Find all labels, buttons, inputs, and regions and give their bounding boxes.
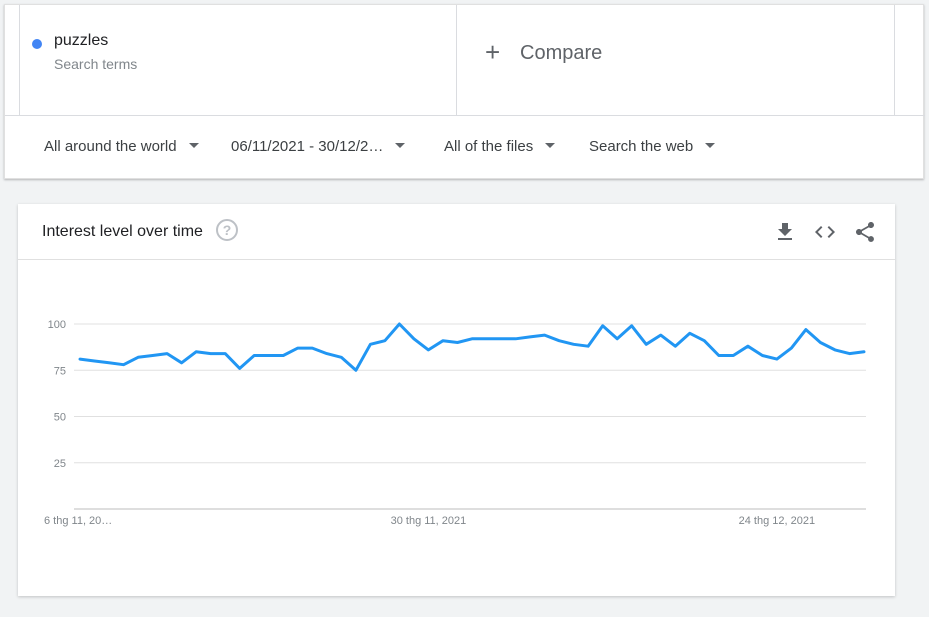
help-icon[interactable]: ? [216,219,238,241]
category-dropdown[interactable]: All of the files [444,138,556,155]
chevron-down-icon [545,142,556,148]
interest-over-time-card: Interest level over time ? 25 50 75 100 6 th… [18,204,895,596]
category-dropdown-label: All of the files [444,138,534,155]
y-tick-label: 50 [54,412,66,424]
region-dropdown-label: All around the world [44,138,177,155]
search-term-name[interactable]: puzzles [54,32,108,50]
y-tick-label: 100 [48,319,66,331]
download-icon[interactable] [773,220,797,244]
search-type-dropdown[interactable]: Search the web [589,138,716,155]
x-tick-label: 24 thg 12, 2021 [739,515,815,527]
search-term-subtitle: Search terms [54,56,138,72]
embed-code-icon[interactable] [813,220,837,244]
search-term-card[interactable]: puzzles Search terms [19,5,457,116]
chevron-down-icon [705,142,716,148]
plus-icon: + [485,37,501,67]
date-range-dropdown[interactable]: 06/11/2021 - 30/12/2… [231,138,406,155]
terms-row: puzzles Search terms + Compare [5,5,925,116]
x-tick-label: 6 thg 11, 20… [44,515,112,527]
compare-label: Compare [520,42,603,64]
x-tick-label: 30 thg 11, 2021 [391,515,467,527]
series-color-dot [32,39,42,49]
date-range-dropdown-label: 06/11/2021 - 30/12/2… [231,138,384,155]
region-dropdown[interactable]: All around the world [44,138,199,155]
share-icon[interactable] [853,220,877,244]
chevron-down-icon [188,142,199,148]
chevron-down-icon [395,142,406,148]
y-tick-label: 75 [54,365,66,377]
card-header: Interest level over time ? [18,204,895,260]
y-tick-label: 25 [54,458,66,470]
card-title: Interest level over time [42,223,203,240]
series-line-puzzles [78,322,866,372]
filter-bar: All around the world 06/11/2021 - 30/12/… [5,116,925,180]
search-type-dropdown-label: Search the web [589,138,694,155]
interest-line-chart[interactable]: 25 50 75 100 6 thg 11, 20… 30 thg 11, 2021 24 … [18,261,895,596]
compare-button[interactable]: + Compare [457,5,895,116]
search-terms-panel: puzzles Search terms + Compare All aroun… [4,4,925,180]
